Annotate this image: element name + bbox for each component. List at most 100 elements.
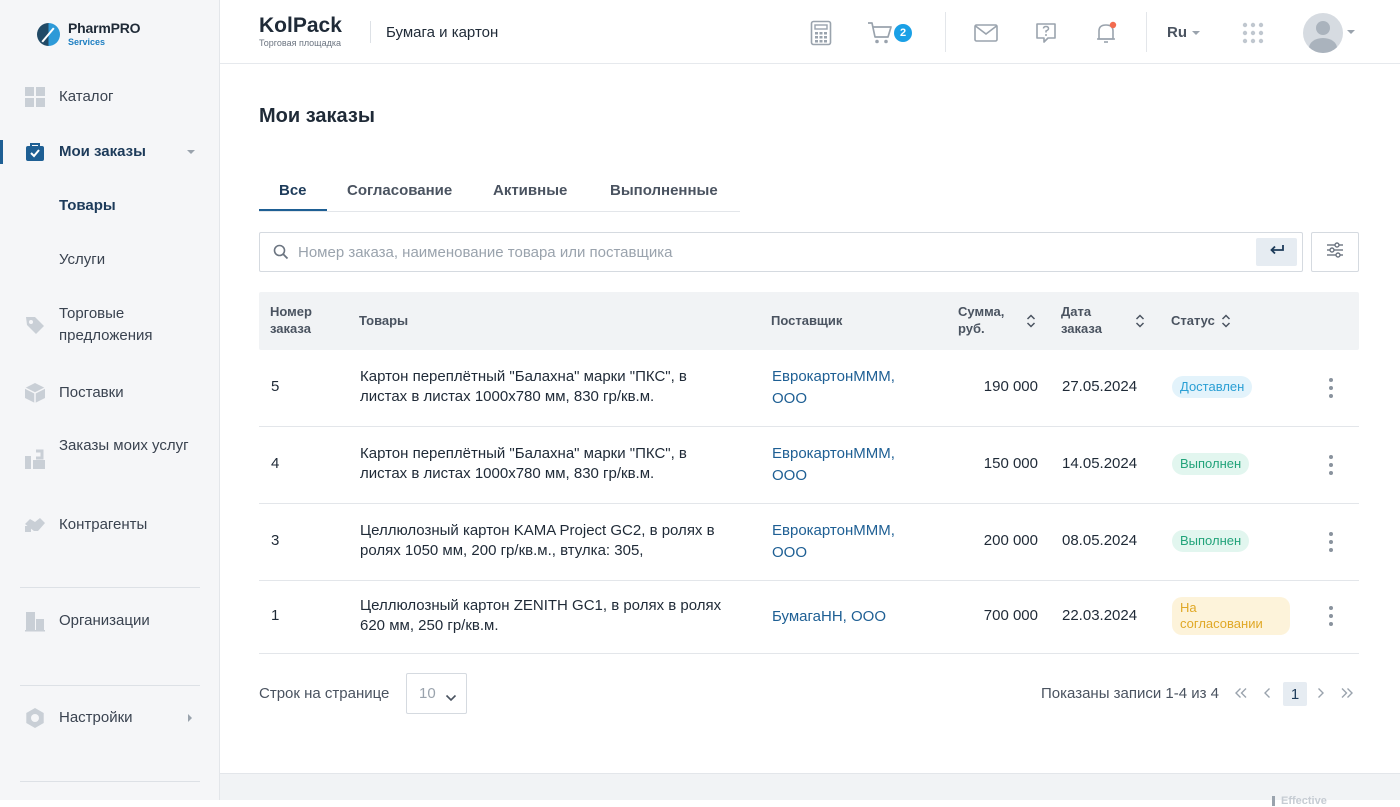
sidebar: PharmPRO Services Каталог Мои заказы Тов…	[0, 0, 220, 800]
order-supplier-link[interactable]: ЕврокартонМММ, ООО	[772, 520, 922, 564]
records-count: Показаны записи 1-4 из 4	[1041, 685, 1220, 702]
row-menu-icon[interactable]	[1325, 606, 1337, 626]
sidebar-subitem-services[interactable]: Услуги	[59, 251, 105, 268]
tab-active[interactable]: Активные	[493, 182, 567, 199]
first-page-icon[interactable]	[1234, 686, 1248, 700]
row-menu-icon[interactable]	[1325, 455, 1337, 475]
marketplace-brand[interactable]: KolPack Торговая площадка	[259, 15, 342, 48]
gear-icon	[24, 707, 46, 729]
row-menu-icon[interactable]	[1325, 532, 1337, 552]
sidebar-subitem-goods[interactable]: Товары	[59, 197, 116, 214]
sort-icon[interactable]	[1221, 314, 1231, 328]
app-logo[interactable]: PharmPRO Services	[37, 20, 141, 47]
order-sum: 200 000	[983, 532, 1038, 549]
building-icon	[24, 610, 46, 632]
order-date: 08.05.2024	[1062, 532, 1138, 549]
search-submit-button[interactable]	[1256, 238, 1297, 266]
filter-button[interactable]	[1311, 232, 1359, 272]
column-header-order-no[interactable]: Номер заказа	[270, 303, 330, 337]
next-page-icon[interactable]	[1314, 686, 1328, 700]
language-selector[interactable]: Ru	[1167, 24, 1200, 41]
brand-name: KolPack	[259, 14, 342, 37]
tab-completed[interactable]: Выполненные	[610, 182, 718, 199]
column-header-supplier: Поставщик	[771, 313, 843, 328]
column-header-date[interactable]: Дата заказа	[1061, 303, 1121, 337]
search-input[interactable]	[298, 233, 1248, 271]
sidebar-item-label: Заказы моих услуг	[59, 437, 189, 454]
tag-icon	[24, 314, 46, 336]
calculator-icon[interactable]	[808, 20, 834, 46]
sidebar-item-organizations[interactable]: Организации	[0, 609, 219, 633]
orders-icon	[24, 141, 46, 163]
table-row[interactable]: 3 Целлюлозный картон KAMA Project GC2, в…	[259, 504, 1359, 581]
page-title: Мои заказы	[259, 105, 375, 127]
prev-page-icon[interactable]	[1260, 686, 1274, 700]
row-menu-icon[interactable]	[1325, 378, 1337, 398]
sidebar-item-offers[interactable]: Торговые предложения	[0, 303, 219, 347]
sidebar-divider	[20, 781, 200, 782]
logo-name: PharmPRO	[68, 20, 141, 36]
chevron-down-icon[interactable]	[1347, 30, 1355, 34]
column-header-sum[interactable]: Сумма, руб.	[958, 303, 1018, 337]
sort-icon[interactable]	[1026, 314, 1036, 328]
apps-grid-icon[interactable]	[1240, 20, 1266, 46]
breadcrumb[interactable]: Бумага и картон	[386, 24, 498, 41]
order-supplier-link[interactable]: ЕврокартонМММ, ООО	[772, 443, 922, 487]
status-badge: Выполнен	[1172, 530, 1250, 552]
order-supplier-link[interactable]: БумагаНН, ООО	[772, 606, 922, 628]
cart-icon[interactable]	[867, 20, 893, 46]
order-date: 14.05.2024	[1062, 455, 1138, 472]
order-supplier-link[interactable]: ЕврокартонМММ, ООО	[772, 366, 922, 410]
chevron-down-icon	[445, 689, 457, 707]
status-badge: Выполнен	[1172, 453, 1250, 475]
box-icon	[24, 382, 46, 404]
bell-icon[interactable]	[1093, 20, 1119, 46]
top-header: KolPack Торговая площадка Бумага и карто…	[220, 0, 1400, 64]
chevron-down-icon	[187, 150, 195, 154]
table-row[interactable]: 5 Картон переплётный "Балахна" марки "ПК…	[259, 350, 1359, 427]
logo-sub: Services	[68, 37, 106, 47]
sidebar-item-catalog[interactable]: Каталог	[0, 85, 219, 109]
search-bar	[259, 232, 1303, 272]
order-date: 22.03.2024	[1062, 607, 1138, 624]
sidebar-item-service-orders[interactable]: Заказы моих услуг	[0, 435, 219, 479]
brand-subtitle: Торговая площадка	[259, 38, 341, 48]
column-header-status[interactable]: Статус	[1171, 312, 1215, 329]
rows-per-page-select[interactable]: 10	[406, 673, 467, 714]
order-sum: 700 000	[983, 607, 1038, 624]
table-row[interactable]: 4 Картон переплётный "Балахна" марки "ПК…	[259, 427, 1359, 504]
order-tabs: Все Согласование Активные Выполненные	[259, 172, 740, 212]
sidebar-divider	[20, 685, 200, 686]
order-sum: 190 000	[983, 378, 1038, 395]
sidebar-item-settings[interactable]: Настройки	[0, 706, 219, 730]
order-date: 27.05.2024	[1062, 378, 1138, 395]
mail-icon[interactable]	[973, 20, 999, 46]
sidebar-item-label: Настройки	[59, 709, 133, 726]
sidebar-item-label: Поставки	[59, 384, 124, 401]
table-row[interactable]: 1 Целлюлозный картон ZENITH GC1, в ролях…	[259, 581, 1359, 654]
footer-logo-text: Effective	[1281, 795, 1327, 807]
sidebar-item-label: Торговые предложения	[59, 305, 153, 344]
order-goods: Целлюлозный картон ZENITH GC1, в ролях в…	[360, 597, 722, 634]
tab-approval[interactable]: Согласование	[347, 182, 452, 199]
enter-icon	[1269, 243, 1285, 261]
sidebar-item-supplies[interactable]: Поставки	[0, 381, 219, 405]
last-page-icon[interactable]	[1340, 686, 1354, 700]
rows-per-page-label: Строк на странице	[259, 685, 390, 702]
order-number: 4	[271, 455, 280, 472]
sidebar-item-contractors[interactable]: Контрагенты	[0, 513, 219, 537]
order-goods: Картон переплётный "Балахна" марки "ПКС"…	[360, 445, 687, 482]
sidebar-divider	[20, 587, 200, 588]
grid-icon	[24, 86, 46, 108]
order-goods: Целлюлозный картон KAMA Project GC2, в р…	[360, 522, 715, 559]
search-icon	[273, 244, 289, 265]
sort-icon[interactable]	[1135, 314, 1145, 328]
chevron-down-icon	[1192, 30, 1200, 35]
avatar[interactable]	[1303, 13, 1343, 53]
tab-all[interactable]: Все	[279, 182, 307, 199]
order-number: 3	[271, 532, 280, 549]
sidebar-item-my-orders[interactable]: Мои заказы	[0, 140, 219, 164]
page-number-current[interactable]: 1	[1283, 682, 1307, 706]
column-header-goods: Товары	[359, 313, 409, 328]
help-icon[interactable]	[1033, 20, 1059, 46]
